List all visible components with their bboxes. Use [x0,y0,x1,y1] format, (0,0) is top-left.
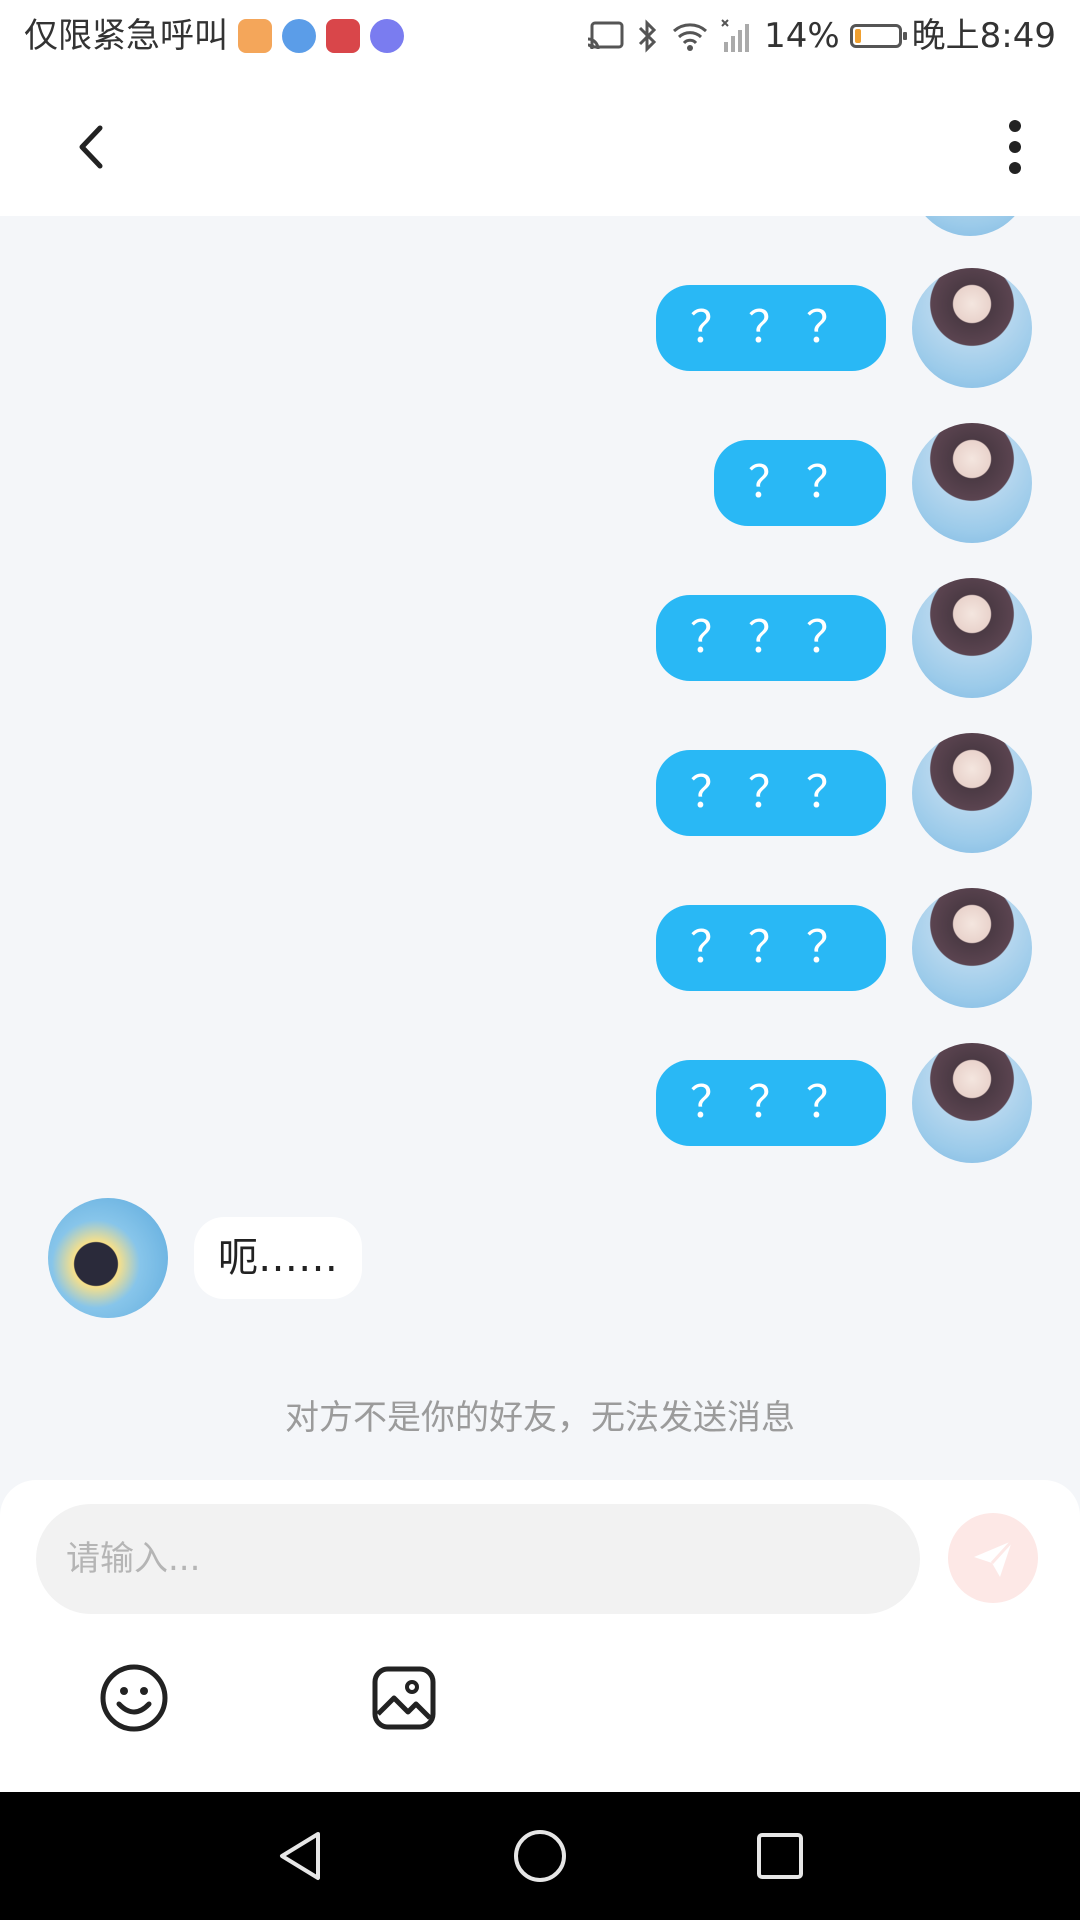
smiley-icon [100,1664,168,1732]
image-button[interactable] [370,1664,438,1732]
music-app-icon [370,19,404,53]
image-icon [372,1666,436,1730]
message-list[interactable]: ？？？ ？？ ？？？ ？？？ ？？？ ？？？ 呃…… [0,216,1080,1480]
composer [0,1480,1080,1792]
cast-icon [587,21,624,50]
paper-plane-icon [974,1539,1014,1577]
back-button[interactable] [60,112,130,182]
message-bubble-out[interactable]: ？？？ [656,285,886,371]
signal-icon [721,19,750,52]
avatar-self[interactable] [912,578,1032,698]
message-bubble-out[interactable]: ？？？ [656,750,886,836]
more-button[interactable] [990,112,1040,182]
message-row-in: 呃…… [48,1198,362,1318]
carrier-text: 仅限紧急呼叫 [24,16,228,56]
message-row-out: ？？？ [656,733,1032,853]
more-vertical-icon [1009,120,1021,174]
send-button[interactable] [948,1513,1038,1603]
status-right: 14% 晚上8:49 [586,12,1056,60]
browser-app-icon [282,19,316,53]
message-bubble-out[interactable]: ？？？ [656,1060,886,1146]
message-row-out: ？？？ [656,578,1032,698]
bluetooth-icon [639,19,657,53]
message-bubble-out[interactable]: ？？？ [656,595,886,681]
message-row-out: ？？？ [656,268,1032,388]
chat-header [0,76,1080,216]
store-app-icon [326,19,360,53]
status-bar: 仅限紧急呼叫 14% 晚上8:49 [0,0,1080,76]
status-left: 仅限紧急呼叫 [24,12,404,60]
message-row-out: ？？？ [656,888,1032,1008]
chevron-left-icon [79,125,103,169]
nav-recents-icon[interactable] [750,1826,810,1886]
avatar-self[interactable] [910,216,1030,236]
emoji-button[interactable] [98,1662,170,1734]
nav-back-icon[interactable] [270,1826,330,1886]
message-row-out: ？？？ [656,1043,1032,1163]
avatar-self[interactable] [912,423,1032,543]
video-app-icon [238,19,272,53]
avatar-self[interactable] [912,1043,1032,1163]
battery-level [854,29,861,43]
message-row-out: ？？ [714,423,1032,543]
battery-icon [849,24,907,48]
avatar-self[interactable] [912,733,1032,853]
system-nav-bar [0,1792,1080,1920]
clock: 晚上8:49 [911,16,1056,56]
message-input[interactable] [36,1504,920,1614]
battery-percent: 14% [764,16,840,56]
wifi-icon [673,23,708,51]
message-bubble-out[interactable]: ？？？ [656,905,886,991]
avatar-self[interactable] [912,888,1032,1008]
message-bubble-in[interactable]: 呃…… [194,1217,362,1299]
not-friend-notice: 对方不是你的好友，无法发送消息 [285,1398,795,1438]
message-bubble-out[interactable]: ？？ [714,440,886,526]
avatar-self[interactable] [912,268,1032,388]
nav-home-icon[interactable] [510,1826,570,1886]
avatar-contact[interactable] [48,1198,168,1318]
